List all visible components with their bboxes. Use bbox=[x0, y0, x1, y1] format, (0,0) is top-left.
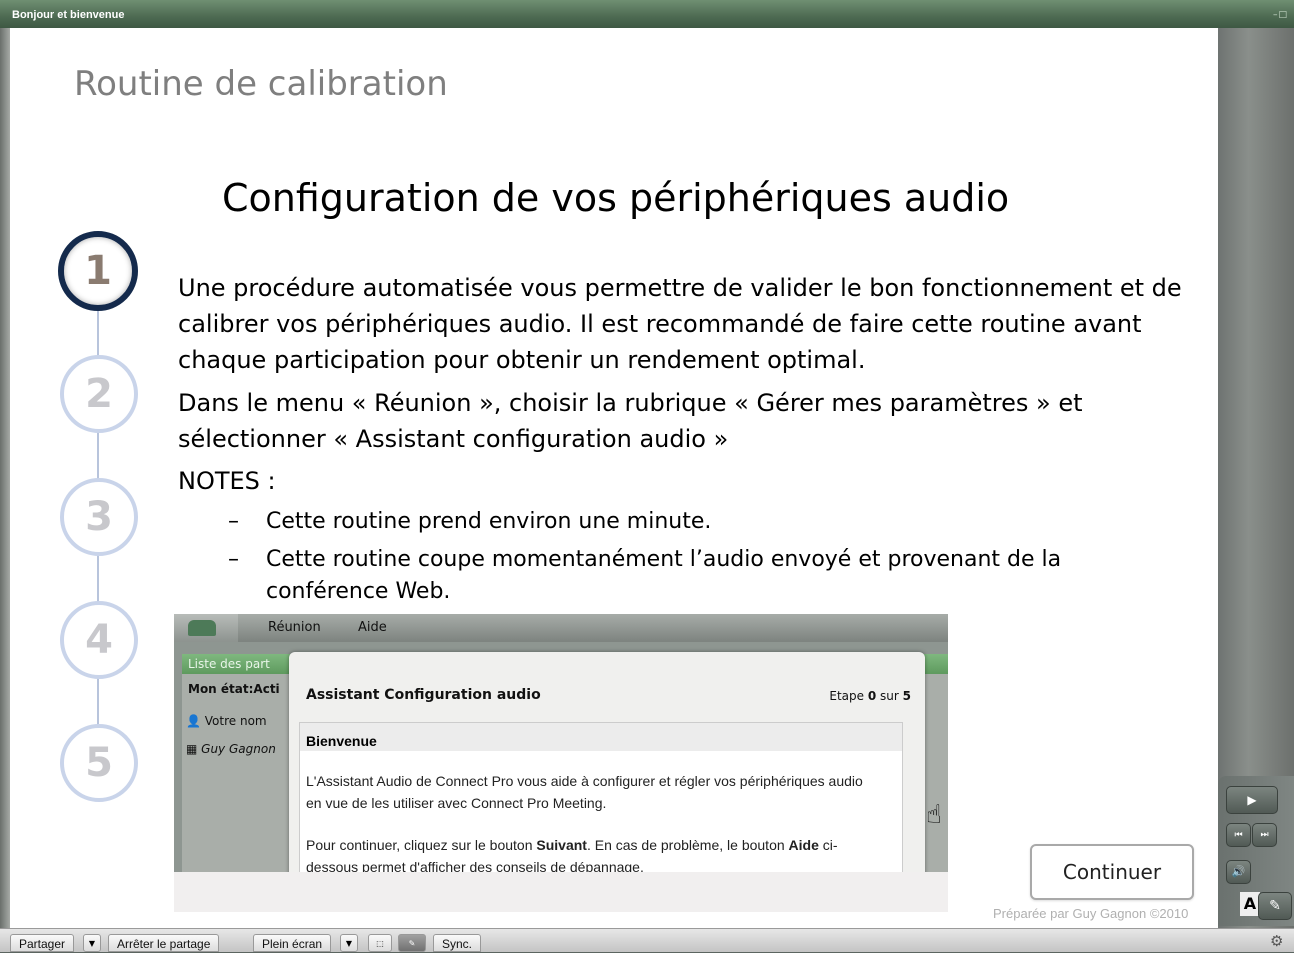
hand-cursor-icon: ☝ bbox=[926, 800, 942, 830]
slide-heading: Routine de calibration bbox=[74, 64, 448, 104]
embedded-screenshot: Réunion Aide Liste des part Mon état:Act… bbox=[174, 614, 948, 872]
screenshot-menu-aide: Aide bbox=[358, 620, 387, 635]
author-credit: Préparée par Guy Gagnon ©2010 bbox=[993, 906, 1189, 921]
note-bullet-1-text: Cette routine prend environ une minute. bbox=[266, 509, 712, 534]
fullscreen-dropdown-icon[interactable]: ▼ bbox=[340, 934, 358, 952]
screenshot-panel-title: Liste des part bbox=[188, 657, 270, 671]
bullet-dash: – bbox=[228, 547, 239, 572]
screenshot-participant-2: ▦ Guy Gagnon bbox=[186, 742, 276, 756]
audio-wizard-dialog: Assistant Configuration audio Etape 0 su… bbox=[289, 652, 925, 872]
play-button[interactable]: ▶ bbox=[1226, 786, 1278, 814]
stop-share-button[interactable]: Arrêter le partage bbox=[108, 934, 220, 952]
instruction-paragraph: Dans le menu « Réunion », choisir la rub… bbox=[178, 389, 1083, 453]
sync-button[interactable]: Sync. bbox=[433, 934, 482, 952]
screenshot-shadow bbox=[174, 872, 948, 912]
dialog-content-header bbox=[300, 723, 902, 751]
volume-button[interactable]: 🔊 bbox=[1226, 860, 1251, 884]
note-bullet-2-text: Cette routine coupe momentanément l’audi… bbox=[266, 547, 1062, 604]
window-title: Bonjour et bienvenue bbox=[12, 9, 125, 21]
connect-logo-icon bbox=[188, 620, 216, 636]
step-5-circle: 5 bbox=[60, 724, 138, 802]
edit-button[interactable]: ✎ bbox=[1258, 892, 1292, 920]
step-3-circle: 3 bbox=[60, 478, 138, 556]
slide-title: Configuration de vos périphériques audio bbox=[222, 176, 1010, 220]
dialog-section-title: Bienvenue bbox=[306, 733, 377, 749]
share-button[interactable]: Partager bbox=[10, 934, 75, 952]
fullscreen-button[interactable]: Plein écran bbox=[253, 934, 332, 952]
annotate-icon[interactable]: ✎ bbox=[398, 934, 426, 952]
window-controls[interactable]: –□ bbox=[1273, 10, 1288, 20]
dialog-instructions: Pour continuer, cliquez sur le bouton Su… bbox=[306, 837, 838, 872]
step-1-circle: 1 bbox=[58, 231, 138, 311]
step-2-circle: 2 bbox=[60, 355, 138, 433]
dialog-description: L'Assistant Audio de Connect Pro vous ai… bbox=[306, 773, 863, 811]
left-border bbox=[0, 28, 10, 928]
window-title-bar[interactable]: Bonjour et bienvenue –□ bbox=[0, 0, 1294, 28]
dialog-step-indicator: Etape 0 sur 5 bbox=[829, 689, 911, 703]
notes-label: NOTES : bbox=[178, 467, 276, 495]
share-dropdown-icon[interactable]: ▼ bbox=[83, 934, 101, 952]
dialog-title: Assistant Configuration audio bbox=[306, 687, 541, 703]
gear-icon[interactable]: ⚙ bbox=[1270, 932, 1283, 950]
continue-button[interactable]: Continuer bbox=[1030, 844, 1194, 900]
adobe-logo-icon: A bbox=[1240, 892, 1260, 916]
intro-paragraph: Une procédure automatisée vous permettre… bbox=[178, 274, 1182, 374]
note-bullet-2: – Cette routine coupe momentanément l’au… bbox=[228, 544, 1188, 608]
next-slide-button[interactable]: ⏭ bbox=[1252, 823, 1277, 847]
pointer-icon[interactable]: ⬚ bbox=[368, 934, 392, 952]
screenshot-status: Mon état:Acti bbox=[188, 682, 280, 696]
screenshot-participant-1: 👤 Votre nom bbox=[186, 714, 267, 728]
previous-slide-button[interactable]: ⏮ bbox=[1226, 823, 1251, 847]
bullet-dash: – bbox=[228, 509, 239, 534]
step-4-circle: 4 bbox=[60, 601, 138, 679]
screenshot-menu-reunion: Réunion bbox=[268, 620, 321, 635]
